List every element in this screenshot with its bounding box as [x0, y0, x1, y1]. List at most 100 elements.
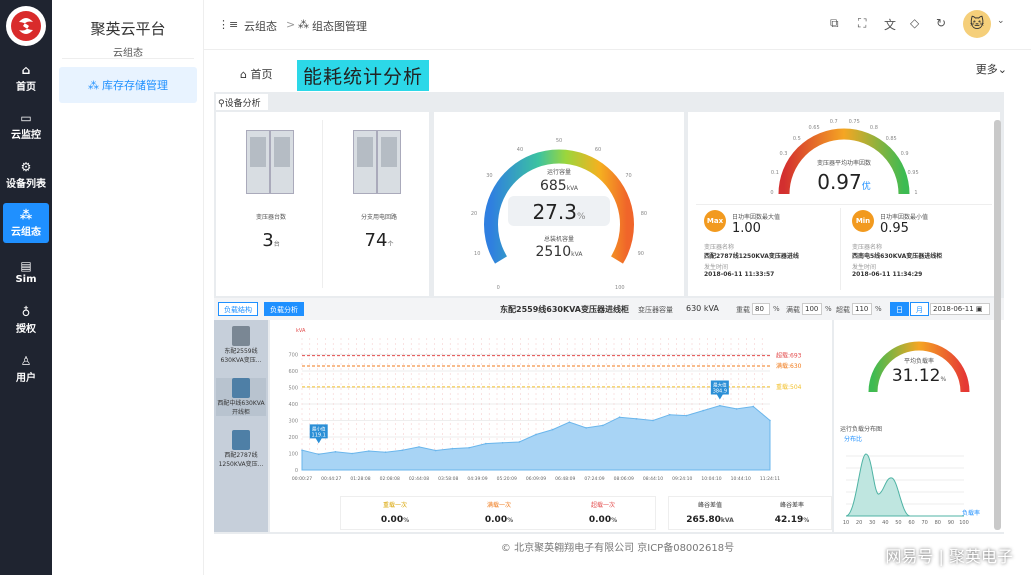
heavy-input[interactable]: 80 [752, 303, 770, 315]
config-icon: ⁂ [19, 207, 33, 222]
section-title: ⚲设备分析 [216, 94, 268, 110]
sidebar-item-storage[interactable]: ⁂ 库存存储管理 [59, 67, 197, 103]
stats-panel-right: 峰谷差值 265.80kVA 峰谷差率 42.19% [668, 496, 832, 530]
device-icon: ⚙ [20, 159, 32, 174]
x-tick-label: 10:44:10 [731, 476, 751, 482]
collapse-menu-icon[interactable]: ⋮≡ [218, 18, 238, 31]
x-tick-label: 00:00:27 [292, 476, 312, 482]
x-tick-label: 09:24:10 [672, 476, 692, 482]
page-title: 能耗统计分析 [297, 60, 430, 91]
stat-peak-diff: 峰谷差值 265.80kVA [686, 502, 734, 525]
calendar-icon: ▣ [975, 305, 983, 313]
sim-icon: ▤ [20, 258, 32, 273]
divider [696, 204, 992, 205]
content-area: ⚲设备分析 变压器台数 3台 分支用电回路 74个 运行容量 685kVA 27… [214, 92, 1004, 534]
load-rate-panel: 平均负载率 31.12% 运行负载分布图 分布比 10 20 30 40 50 60 70 8… [834, 320, 1004, 532]
rail-item-devices[interactable]: ⚙ 设备列表 [3, 155, 49, 195]
load-point [635, 418, 638, 420]
min-title: 日功率因数最小值 [880, 214, 929, 221]
gauge-tick-label: 10 [474, 250, 481, 257]
rail-item-config[interactable]: ⁂ 云组态 [3, 203, 49, 243]
load-point [585, 427, 587, 429]
list-item-device-0[interactable]: 东配2559线630KVA变压... [216, 326, 266, 364]
tag-icon[interactable]: ◇ [910, 16, 919, 30]
x-tick-label: 100 [959, 520, 969, 526]
list-item-device-2[interactable]: 西配2787线1250KVA变压... [216, 430, 266, 468]
full-label: 满载 [786, 306, 800, 314]
rail-item-sim[interactable]: ▤ Sim [3, 252, 49, 292]
x-tick-label: 07:24:09 [584, 476, 604, 482]
x-tick-label: 00:44:27 [321, 476, 341, 482]
breadcrumb-root[interactable]: 云组态 [244, 18, 277, 34]
load-point [752, 405, 755, 408]
sidebar-title: 聚英云平台 [90, 20, 166, 38]
min-name: 西南电5线630KVA变压器进线柜 [852, 253, 943, 260]
gauge-tick-label: 40 [516, 147, 524, 154]
tab-home[interactable]: ⌂ 首页 [240, 66, 272, 82]
rail-item-auth[interactable]: ♁ 授权 [3, 300, 49, 340]
gauge-tick-label: 80 [640, 210, 648, 217]
load-point [485, 442, 487, 445]
stat-over: 超载一次 0.00% [588, 502, 618, 525]
load-point [301, 449, 303, 451]
load-point [702, 409, 704, 412]
vertical-scrollbar[interactable] [994, 120, 1001, 530]
avatar[interactable]: 🐱 [963, 10, 991, 38]
more-dropdown[interactable]: 更多⌄ [976, 61, 1007, 77]
month-button[interactable]: 月 [910, 302, 929, 316]
tab-load-analysis[interactable]: 负载分析 [264, 302, 304, 316]
x-tick-label: 10:04:10 [701, 476, 721, 482]
y-tick-label: 700 [288, 353, 298, 359]
gauge-tick-label: 0.75 [848, 118, 860, 125]
gauge-tick-label: 0.85 [885, 135, 897, 142]
min-name-label: 变压器名称 [852, 244, 883, 251]
load-point [418, 446, 420, 448]
full-input[interactable]: 100 [802, 303, 822, 315]
rail-item-user[interactable]: ♙ 用户 [3, 349, 49, 389]
sidebar: 聚英云平台 云组态 ⁂ 库存存储管理 [52, 0, 204, 575]
x-tick-label: 01:28:08 [350, 476, 370, 482]
gauge-tick-label: 50 [555, 138, 563, 144]
over-label: 超载 [836, 306, 850, 314]
chevron-down-icon[interactable]: ⌄ [997, 16, 1005, 26]
auth-icon: ♁ [21, 304, 31, 319]
threshold-label: 满载:630 [776, 362, 802, 370]
y-tick-label: 200 [288, 435, 298, 441]
over-input[interactable]: 110 [852, 303, 872, 315]
x-tick-label: 08:06:09 [614, 476, 634, 482]
threshold-label: 超载:693 [776, 352, 802, 360]
load-chart-panel: 0 100 200 300 400 500 600 700 kVA 超载:693 满载:630 重载:… [270, 320, 832, 532]
tab-load-structure[interactable]: 负载结构 [218, 302, 258, 316]
fullscreen-icon[interactable]: ⛶ [858, 16, 866, 31]
brand-logo[interactable] [6, 6, 46, 46]
y-axis-label: kVA [296, 328, 306, 334]
chart-icon[interactable]: ⧉ [830, 16, 839, 31]
max-time: 2018-06-11 11:33:57 [704, 271, 775, 278]
load-point [434, 449, 437, 452]
running-capacity-value: 685 [539, 178, 567, 194]
min-marker-label: 最小值 [312, 425, 326, 432]
x-tick-label: 08:44:10 [643, 476, 663, 482]
gauge-tick-label: 70 [625, 173, 632, 180]
x-tick-label: 06:48:09 [555, 476, 575, 482]
breadcrumb-current[interactable]: 组态图管理 [312, 18, 367, 34]
max-marker-label: 最大值 [713, 381, 727, 388]
rail-item-home[interactable]: ⌂ 首页 [3, 58, 49, 98]
load-point [351, 452, 353, 455]
y-tick-label: 100 [288, 452, 298, 458]
rail-item-monitor[interactable]: ▭ 云监控 [3, 106, 49, 146]
analysis-toolbar: 负载结构 负载分析 东配2559线630KVA变压器进线柜 变压器容量 630 … [214, 298, 1004, 320]
day-button[interactable]: 日 [890, 302, 909, 316]
distribution-xlabel: 负载率 [962, 510, 981, 517]
load-point [551, 428, 554, 431]
load-point [668, 413, 671, 416]
refresh-icon[interactable]: ↻ [936, 16, 946, 30]
list-item-device-1[interactable]: 西配中线630KVA开线柜 [216, 378, 266, 416]
tabs-row: ⌂ 首页 能耗统计分析 更多⌄ [204, 55, 1031, 91]
capacity-value: 630 kVA [686, 304, 719, 313]
load-percent-value: 27.3 [532, 200, 577, 224]
date-picker[interactable]: 2018-06-11 ▣ [930, 303, 990, 315]
branch-count-unit: 个 [387, 241, 394, 248]
load-point [334, 451, 337, 453]
translate-icon[interactable]: 文 [884, 16, 896, 33]
